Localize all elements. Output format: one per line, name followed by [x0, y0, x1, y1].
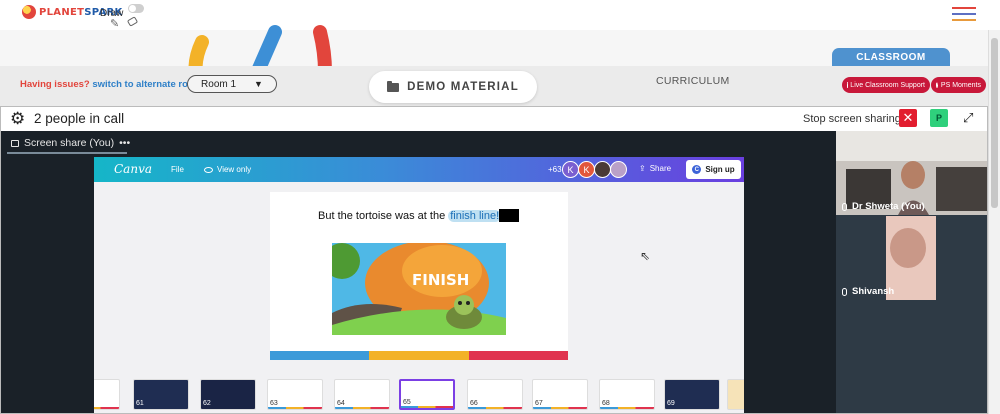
redacted-block [499, 209, 519, 222]
avatar[interactable]: K [578, 161, 595, 178]
eye-icon [204, 166, 213, 173]
top-bar: PLANETSPARK Draw ✎ [0, 0, 1000, 30]
room-select-value: Room 1 [201, 78, 237, 90]
avatar[interactable]: K [562, 161, 579, 178]
participant-name: Shivansh [852, 286, 895, 297]
folder-icon [387, 80, 400, 92]
pencil-icon[interactable]: ✎ [110, 17, 119, 30]
share-label: Share [649, 164, 672, 173]
logo-text-planet: PLANET [39, 6, 85, 18]
slide-thumbnail[interactable]: 61 [133, 379, 189, 410]
slide-thumbnail-selected[interactable]: 65 [399, 379, 455, 410]
thumbnail-number: 69 [667, 400, 675, 407]
slide-thumbnail[interactable]: 62 [200, 379, 256, 410]
page-scrollbar[interactable] [988, 30, 1000, 414]
share-button[interactable]: ⇪ Share [639, 164, 671, 173]
slide-canvas: But the tortoise was at the finish line!… [270, 192, 568, 360]
screen-share-area: Screen share (You) ••• Canva File View o… [1, 131, 836, 413]
thumbnail-number: 65 [403, 399, 411, 406]
thumbnail-number: 61 [136, 400, 144, 407]
curriculum-tab[interactable]: CURRICULUM [656, 75, 730, 87]
issues-message: Having issues? switch to alternate room [20, 79, 202, 90]
plus-circle-icon [936, 79, 939, 89]
view-only-button[interactable]: View only [204, 165, 251, 174]
canva-window: Canva File View only +63 K K ⇪ Share C S… [94, 157, 744, 413]
call-panel: ⚙ 2 people in call Stop screen sharing ✕… [0, 106, 988, 414]
slide-caption: But the tortoise was at the finish line! [318, 210, 502, 222]
viewer-count: +63 [548, 165, 562, 174]
finish-sign-text: FINISH [412, 271, 469, 289]
screen-icon [11, 139, 19, 147]
slide-thumbnail[interactable] [727, 379, 744, 410]
cursor-icon: ⇖ [640, 249, 651, 263]
gear-icon[interactable]: ⚙ [10, 110, 25, 127]
view-only-label: View only [217, 165, 252, 174]
participant-label: Shivansh [842, 286, 894, 297]
participant-tile[interactable]: Shivansh [836, 216, 987, 300]
slide-thumbnail[interactable]: 63 [267, 379, 323, 410]
ps-moments-label: PS Moments [940, 81, 981, 89]
canva-c-icon: C [692, 165, 702, 174]
close-icon: ✕ [902, 110, 914, 125]
slide-caption-highlight: finish line! [448, 210, 502, 222]
stop-sharing-button[interactable]: ✕ [899, 109, 917, 127]
participant-p-button[interactable]: P [930, 109, 948, 127]
thumbnail-number: 68 [602, 400, 610, 407]
menu-icon[interactable] [952, 7, 976, 21]
ps-moments-button[interactable]: PS Moments [931, 77, 986, 93]
slide-thumbnail[interactable]: 68 [599, 379, 655, 410]
thumbnail-number: 64 [337, 400, 345, 407]
live-support-label: Live Classroom Support [850, 81, 925, 89]
slide-thumbnail[interactable] [94, 379, 120, 410]
room-controls: Having issues? switch to alternate room … [0, 66, 1000, 106]
finish-line-illustration: FINISH [332, 243, 506, 335]
thumbnail-number: 62 [203, 400, 211, 407]
upload-icon: ⇪ [639, 164, 646, 173]
mic-icon [842, 287, 847, 296]
stop-sharing-label: Stop screen sharing [803, 113, 901, 125]
slide-caption-text: But the tortoise was at the [318, 210, 446, 222]
classroom-tab[interactable]: CLASSROOM [832, 48, 950, 66]
more-icon[interactable]: ••• [119, 137, 130, 149]
live-support-button[interactable]: Live Classroom Support [842, 77, 930, 93]
participant-videos: Dr Shweta (You) Shivansh [836, 131, 987, 413]
caret-down-icon: ▼ [254, 79, 263, 89]
canva-toolbar: Canva File View only +63 K K ⇪ Share C S… [94, 157, 744, 182]
alternate-room-link[interactable]: switch to alternate room [92, 79, 202, 90]
avatar-photo[interactable] [594, 161, 611, 178]
thumbnail-number: 66 [470, 400, 478, 407]
mic-icon [842, 202, 847, 211]
canva-logo[interactable]: Canva [114, 162, 152, 176]
slide-color-bars [270, 351, 568, 360]
room-select[interactable]: Room 1 ▼ [187, 75, 277, 93]
thumbnail-number: 63 [270, 400, 278, 407]
avatar-photo[interactable] [610, 161, 627, 178]
tab-underline [7, 152, 127, 154]
people-count: 2 people in call [34, 111, 125, 126]
slide-thumbnails: 61 62 63 64 65 66 67 68 69 [94, 376, 744, 413]
slide-thumbnail[interactable]: 67 [532, 379, 588, 410]
demo-material-button[interactable]: DEMO MATERIAL [369, 71, 537, 103]
participant-tile[interactable]: Dr Shweta (You) [836, 131, 987, 215]
draw-toggle[interactable] [128, 4, 144, 13]
thumbnail-number: 67 [535, 400, 543, 407]
sign-up-button[interactable]: C Sign up [686, 160, 741, 179]
slide-thumbnail[interactable]: 64 [334, 379, 390, 410]
eraser-icon[interactable] [126, 16, 139, 27]
issues-text: Having issues? [20, 79, 90, 90]
participant-name: Dr Shweta (You) [852, 201, 925, 212]
sign-up-label: Sign up [705, 165, 735, 174]
screen-share-tab[interactable]: Screen share (You) ••• [11, 137, 130, 149]
file-menu[interactable]: File [171, 165, 184, 174]
demo-material-label: DEMO MATERIAL [407, 81, 519, 93]
screen-share-label: Screen share (You) [24, 137, 115, 149]
call-header: ⚙ 2 people in call Stop screen sharing ✕… [1, 107, 987, 131]
participant-label: Dr Shweta (You) [842, 201, 925, 212]
slide-thumbnail[interactable]: 69 [664, 379, 720, 410]
logo-icon [22, 5, 36, 19]
expand-icon[interactable]: ⤢ [963, 110, 973, 126]
draw-controls: Draw ✎ [100, 3, 144, 30]
slide-thumbnail[interactable]: 66 [467, 379, 523, 410]
